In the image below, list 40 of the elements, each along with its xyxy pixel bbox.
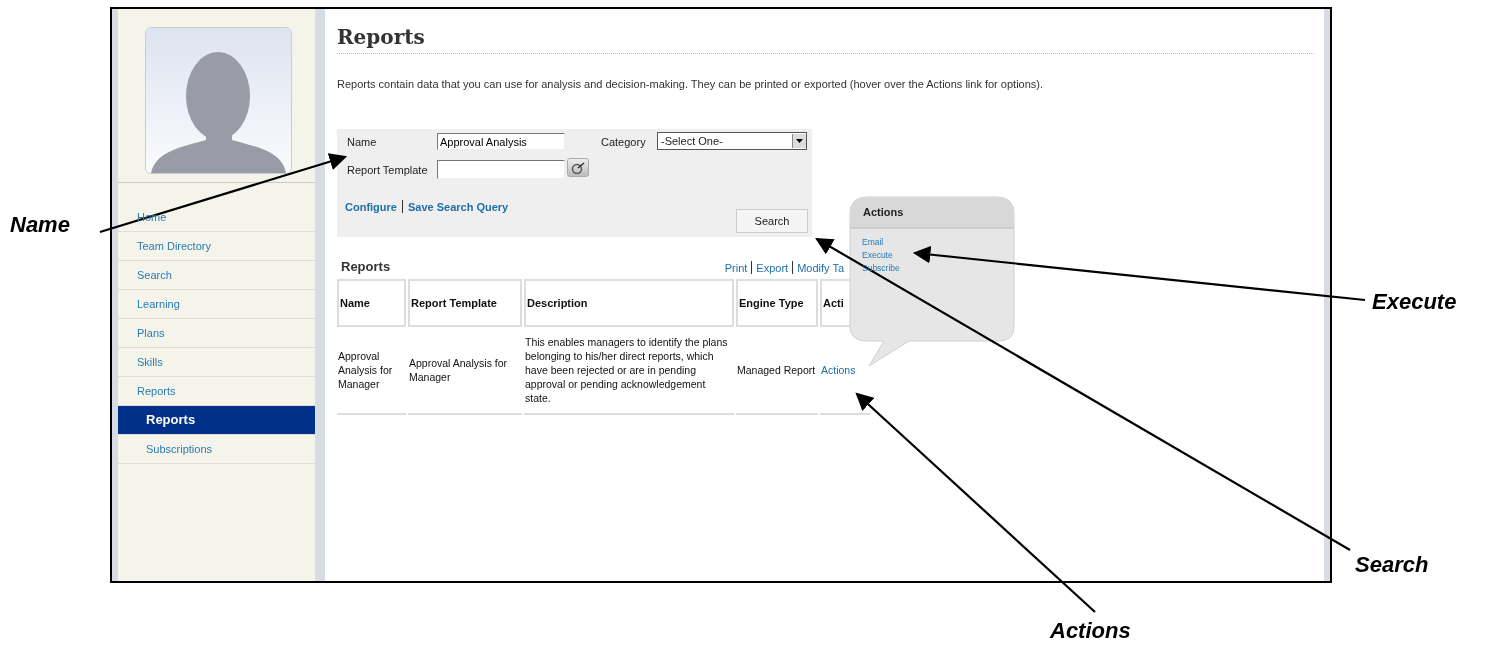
field-label: Report Template — [347, 164, 428, 176]
toolbar-link[interactable]: Print — [724, 261, 748, 274]
callout-label: Search — [1355, 552, 1429, 578]
dropdown-arrow-icon — [796, 139, 803, 143]
actions-link[interactable]: Actions — [821, 364, 856, 376]
field-label: Category — [601, 136, 646, 148]
column-header: Description — [524, 279, 734, 327]
column-header: Name — [337, 279, 406, 327]
column-header: Engine Type — [736, 279, 818, 327]
nav-item[interactable]: Reports — [118, 406, 315, 435]
toolbar-link[interactable]: Export — [756, 261, 789, 274]
name-field[interactable]: Approval Analysis — [437, 133, 565, 150]
section-title: Reports — [341, 259, 391, 274]
column-header: Report Template — [408, 279, 522, 327]
field-label: Name — [347, 136, 377, 148]
table-cell: Approval Analysis for Manager — [338, 350, 393, 390]
nav-item[interactable]: Skills — [118, 348, 315, 377]
search-button[interactable]: Search — [736, 209, 808, 233]
table-cell: Managed Report — [737, 364, 816, 376]
callout-label: Name — [10, 212, 70, 238]
callout-label: Execute — [1372, 289, 1457, 315]
nav-item[interactable]: Plans — [118, 319, 315, 348]
table-cell: Approval Analysis for Manager — [409, 357, 508, 383]
nav-item[interactable]: Search — [118, 261, 315, 290]
nav-item[interactable]: Subscriptions — [118, 435, 315, 464]
callout-label: Actions — [1050, 618, 1131, 644]
popup-menu-item[interactable]: Execute — [862, 249, 900, 262]
nav-item[interactable]: Learning — [118, 290, 315, 319]
save-query-link[interactable]: Save Search Query — [407, 200, 509, 213]
template-field[interactable] — [437, 160, 565, 179]
configure-link[interactable]: Configure — [345, 200, 397, 213]
page-description: Reports contain data that you can use for analysis and decision-making. They can be printed or exported (hover over the Actions link for options). — [337, 78, 1044, 90]
popup-menu-item[interactable]: Email — [862, 236, 900, 249]
popup-title: Actions — [863, 206, 904, 218]
page-title: Reports — [337, 25, 425, 49]
nav-item[interactable]: Team Directory — [118, 232, 315, 261]
table-cell: This enables managers to identify the plans belonging to his/her direct reports, which have been rejected or are in pending approval or pending acknowledgement state. — [525, 336, 728, 404]
toolbar-link[interactable]: Modify Ta — [797, 261, 844, 274]
category-dropdown[interactable]: -Select One- — [657, 132, 807, 150]
picker-button[interactable] — [567, 158, 589, 177]
